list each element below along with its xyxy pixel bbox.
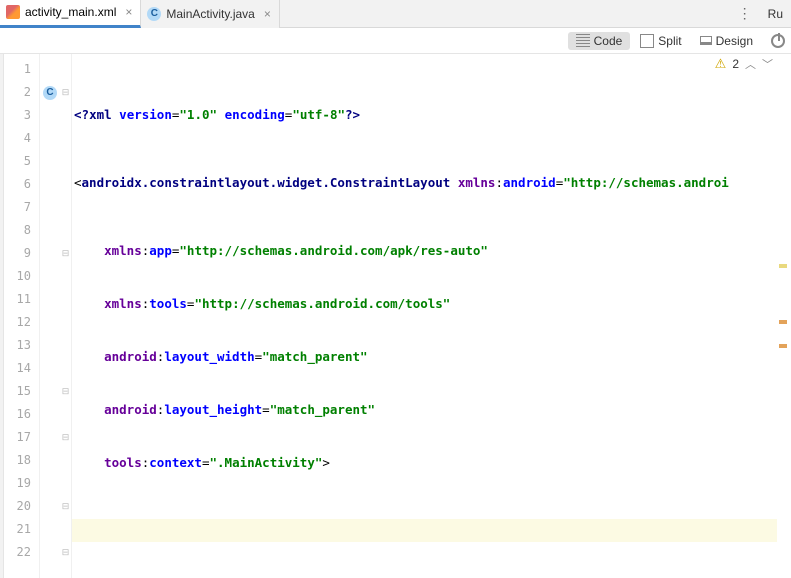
view-mode-label: Design [716, 34, 753, 48]
fold-toggle-icon[interactable]: ⊟ [60, 242, 71, 265]
line-number[interactable]: 3 [4, 104, 39, 127]
run-label: Ru [768, 7, 783, 21]
close-icon[interactable]: × [264, 7, 271, 21]
line-number[interactable]: 9 [4, 242, 39, 265]
line-number[interactable]: 19 [4, 472, 39, 495]
line-number[interactable]: 22 [4, 541, 39, 564]
run-button[interactable]: Ru [760, 7, 791, 21]
code-icon [576, 34, 590, 48]
editor-tab-bar: activity_main.xml × C MainActivity.java … [0, 0, 791, 28]
view-mode-design[interactable]: Design [692, 32, 761, 50]
warning-marker[interactable] [779, 264, 787, 268]
line-number[interactable]: 4 [4, 127, 39, 150]
line-number[interactable]: 18 [4, 449, 39, 472]
line-number[interactable]: 1 [4, 58, 39, 81]
line-number[interactable]: 17 [4, 426, 39, 449]
line-number[interactable]: 5 [4, 150, 39, 173]
gutter-icon-column: C [40, 54, 60, 578]
line-number[interactable]: 12 [4, 311, 39, 334]
tab-activity-main-xml[interactable]: activity_main.xml × [0, 0, 141, 28]
error-stripe[interactable] [777, 54, 791, 578]
line-number[interactable]: 16 [4, 403, 39, 426]
fold-end-icon[interactable]: ⊟ [60, 541, 71, 564]
line-number[interactable]: 13 [4, 334, 39, 357]
code-area[interactable]: <?xml version="1.0" encoding="utf-8"?> <… [72, 54, 777, 578]
warning-marker[interactable] [779, 344, 787, 348]
split-icon [640, 34, 654, 48]
code-editor: 1 2 3 4 5 6 7 8 9 10 11 12 13 14 15 16 1… [0, 54, 791, 578]
fold-end-icon[interactable]: ⊟ [60, 495, 71, 518]
tab-main-activity-java[interactable]: C MainActivity.java × [141, 0, 280, 28]
fold-end-icon[interactable]: ⊟ [60, 380, 71, 403]
line-number[interactable]: 20 [4, 495, 39, 518]
xml-file-icon [6, 5, 20, 19]
line-number[interactable]: 21 [4, 518, 39, 541]
tab-label: MainActivity.java [166, 7, 254, 21]
view-mode-split[interactable]: Split [632, 32, 689, 50]
warning-marker[interactable] [779, 320, 787, 324]
class-gutter-icon[interactable]: C [43, 86, 57, 100]
fold-toggle-icon[interactable]: ⊟ [60, 81, 71, 104]
line-number[interactable]: 15 [4, 380, 39, 403]
close-icon[interactable]: × [125, 5, 132, 19]
line-number[interactable]: 11 [4, 288, 39, 311]
java-class-icon: C [147, 7, 161, 21]
line-number[interactable]: 6 [4, 173, 39, 196]
view-mode-label: Code [594, 34, 623, 48]
tab-overflow-icon[interactable]: ⋮ [730, 5, 760, 22]
line-number[interactable]: 2 [4, 81, 39, 104]
view-mode-code[interactable]: Code [568, 32, 631, 50]
tab-label: activity_main.xml [25, 5, 116, 19]
line-number[interactable]: 7 [4, 196, 39, 219]
line-number[interactable]: 8 [4, 219, 39, 242]
power-icon[interactable] [771, 34, 785, 48]
fold-toggle-icon[interactable]: ⊟ [60, 426, 71, 449]
line-number[interactable]: 10 [4, 265, 39, 288]
view-mode-label: Split [658, 34, 681, 48]
design-icon [700, 36, 712, 45]
fold-gutter: ⊟ ⊟ ⊟ ⊟ ⊟ ⊟ [60, 54, 72, 578]
line-number[interactable]: 14 [4, 357, 39, 380]
editor-view-mode-bar: Code Split Design [0, 28, 791, 54]
line-number-gutter: 1 2 3 4 5 6 7 8 9 10 11 12 13 14 15 16 1… [4, 54, 40, 578]
